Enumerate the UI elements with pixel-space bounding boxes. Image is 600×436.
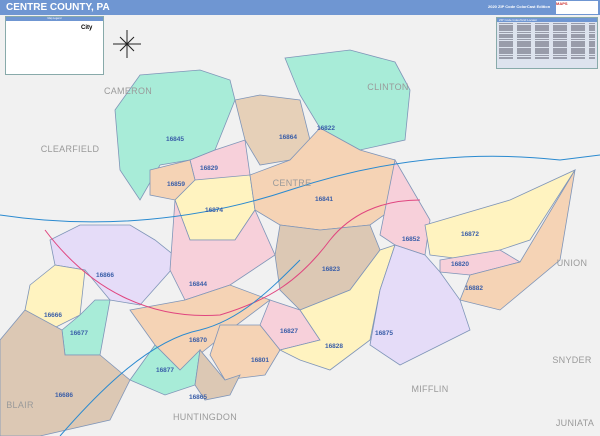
zip-label: 16870 (189, 337, 207, 344)
zip-label: 16822 (317, 125, 335, 132)
zip-label: 16882 (465, 285, 483, 292)
county-label-snyder: SNYDER (552, 355, 592, 365)
zip-label: 16872 (461, 231, 479, 238)
zip-label: 16801 (251, 357, 269, 364)
map-title: CENTRE COUNTY, PA (6, 2, 110, 13)
map-legend: Map Legend City (5, 16, 104, 75)
county-label-clinton: CLINTON (367, 82, 408, 92)
county-label-clearfield: CLEARFIELD (41, 144, 100, 154)
zip-label: 16844 (189, 281, 207, 288)
zip-label: 16827 (280, 328, 298, 335)
zip-code-map[interactable]: CLEARFIELD CAMERON CLINTON CENTRE UNION … (0, 15, 600, 436)
county-label-blair: BLAIR (6, 400, 34, 410)
county-label-mifflin: MIFFLIN (411, 384, 448, 394)
zip-label: 16829 (200, 165, 218, 172)
zip-label: 16864 (279, 134, 297, 141)
zip-label: 16866 (96, 272, 114, 279)
county-label-union: UNION (557, 258, 588, 268)
zip-label: 16877 (156, 367, 174, 374)
county-label-centre: CENTRE (273, 178, 312, 188)
zip-label: 16823 (322, 266, 340, 273)
zip-label: 16686 (55, 392, 73, 399)
legend-city-label: City (81, 25, 93, 31)
zip-label: 16841 (315, 196, 333, 203)
zip-label: 16875 (375, 330, 393, 337)
zip-label: 16845 (166, 136, 184, 143)
zip-label: 16828 (325, 343, 343, 350)
zip-index-table: ZIP Code Index/Grid Locator (496, 17, 598, 69)
zip-label: 16874 (205, 207, 223, 214)
zip-label: 16677 (70, 330, 88, 337)
county-label-huntingdon: HUNTINGDON (173, 412, 237, 422)
edition-label: 2020 ZIP Code ColorCast Edition (488, 4, 551, 9)
zip-label: 16852 (402, 236, 420, 243)
legend-title: Map Legend (6, 17, 103, 21)
publisher-logo: MAPS (556, 1, 598, 14)
zip-label: 16859 (167, 181, 185, 188)
zip-label: 16865 (189, 394, 207, 401)
county-label-juniata: JUNIATA (556, 418, 594, 428)
zip-label: 16666 (44, 312, 62, 319)
index-title: ZIP Code Index/Grid Locator (497, 18, 597, 22)
county-label-cameron: CAMERON (104, 86, 152, 96)
title-bar: CENTRE COUNTY, PA 2020 ZIP Code ColorCas… (0, 0, 600, 15)
zip-label: 16820 (451, 261, 469, 268)
